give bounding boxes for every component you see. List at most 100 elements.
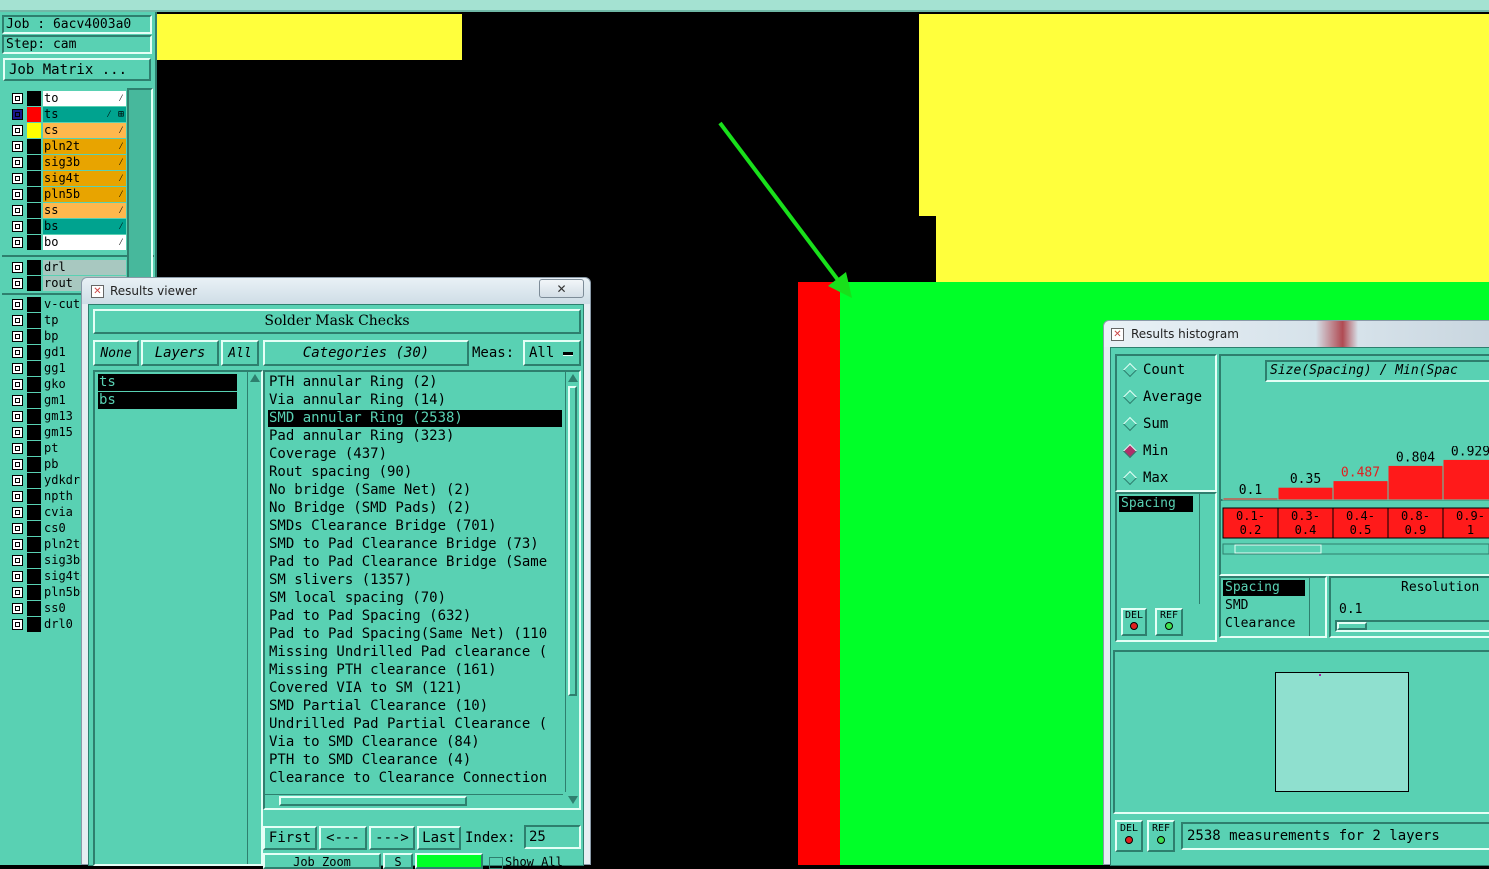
layer-name[interactable]: pln5b0	[43, 585, 84, 600]
layer-name[interactable]: gm1	[43, 393, 84, 408]
category-item[interactable]: Pad to Pad Spacing(Same Net) (110	[268, 626, 547, 643]
layer-checkbox[interactable]	[12, 395, 23, 406]
layer-edit-icon[interactable]: ⁄	[118, 203, 124, 218]
layer-checkbox[interactable]	[12, 507, 23, 518]
chart-hscroll-thumb[interactable]	[1234, 544, 1322, 554]
layer-checkbox[interactable]	[12, 157, 23, 168]
mode-radio-sum[interactable]: Sum	[1121, 416, 1217, 434]
layer-name[interactable]: sig4t0	[43, 569, 84, 584]
layer-checkbox[interactable]	[12, 109, 23, 120]
layer-edit-icon[interactable]: ⁄	[118, 235, 124, 250]
layer-name[interactable]: cs0	[43, 521, 84, 536]
layer-edit-icon[interactable]: ⁄	[118, 155, 124, 170]
layer-row-pln2t[interactable]: pln2t ⁄	[10, 139, 126, 154]
last-button[interactable]: Last	[417, 826, 461, 850]
layer-name[interactable]: bs	[43, 219, 126, 234]
layer-name[interactable]: sig4t	[43, 171, 126, 186]
category-item[interactable]: No Bridge (SMD Pads) (2)	[268, 500, 471, 517]
job-matrix-button[interactable]: Job Matrix ...	[3, 58, 151, 81]
layer-checkbox[interactable]	[12, 278, 23, 289]
layer-checkbox[interactable]	[12, 262, 23, 273]
layer-edit-icon[interactable]: ⁄	[118, 139, 124, 154]
layer-row-npth[interactable]: npth	[10, 489, 84, 504]
layers-list-scrollbar[interactable]	[247, 372, 262, 864]
layer-name[interactable]: ss	[43, 203, 126, 218]
layer-name[interactable]: drl0	[43, 617, 84, 632]
layer-row-drl0[interactable]: drl0	[10, 617, 84, 632]
selector-item[interactable]: Clearance	[1223, 616, 1305, 632]
category-item[interactable]: Missing Undrilled Pad clearance (	[268, 644, 547, 661]
layer-row-drl[interactable]: drl	[10, 260, 126, 275]
index-input[interactable]: 25	[524, 825, 581, 849]
layer-checkbox[interactable]	[12, 491, 23, 502]
scroll-down-icon[interactable]	[568, 796, 578, 804]
preview-window-box[interactable]	[1275, 672, 1409, 792]
layer-row-ts[interactable]: ts ⁄ ⊞	[10, 107, 126, 122]
category-item[interactable]: SMD to Pad Clearance Bridge (73)	[268, 536, 539, 553]
layer-row-tp[interactable]: tp	[10, 313, 84, 328]
layer-name[interactable]: to	[43, 91, 126, 106]
layer-checkbox[interactable]	[12, 619, 23, 630]
category-item[interactable]: SMD annular Ring (2538)	[268, 410, 562, 427]
layer-row-v-cut[interactable]: v-cut	[10, 297, 84, 312]
layer-row-sig3b0[interactable]: sig3b0	[10, 553, 84, 568]
selector-item[interactable]: SMD	[1223, 598, 1305, 614]
category-item[interactable]: Covered VIA to SM (121)	[268, 680, 463, 697]
category-item[interactable]: SMDs Clearance Bridge (701)	[268, 518, 497, 535]
layer-row-ydkdrl[interactable]: ydkdrl	[10, 473, 84, 488]
layer-checkbox[interactable]	[12, 459, 23, 470]
selector-item[interactable]: Spacing	[1223, 580, 1305, 596]
layer-checkbox[interactable]	[12, 379, 23, 390]
layer-checkbox[interactable]	[12, 363, 23, 374]
layer-name[interactable]: bp	[43, 329, 84, 344]
layer-name[interactable]: gm15	[43, 425, 84, 440]
layer-checkbox[interactable]	[12, 237, 23, 248]
bin-selector-scrollbar[interactable]	[1309, 578, 1324, 636]
category-item[interactable]: No bridge (Same Net) (2)	[268, 482, 471, 499]
green-toggle[interactable]	[415, 853, 483, 869]
layer-checkbox[interactable]	[12, 475, 23, 486]
layer-name[interactable]: bo	[43, 235, 126, 250]
layer-name[interactable]: cs	[43, 123, 126, 138]
layer-checkbox[interactable]	[12, 443, 23, 454]
layer-checkbox[interactable]	[12, 347, 23, 358]
category-item[interactable]: PTH to SMD Clearance (4)	[268, 752, 471, 769]
layer-name[interactable]: v-cut	[43, 297, 84, 312]
layer-name[interactable]: gko	[43, 377, 84, 392]
layer-checkbox[interactable]	[12, 125, 23, 136]
show-all-checkbox[interactable]	[489, 857, 503, 869]
del-button[interactable]: DEL	[1121, 608, 1147, 636]
layer-list-item[interactable]: ts	[98, 374, 237, 391]
layer-checkbox[interactable]	[12, 205, 23, 216]
layer-row-bp[interactable]: bp	[10, 329, 84, 344]
layer-edit-icon[interactable]: ⁄ ⊞	[106, 107, 124, 122]
layer-edit-icon[interactable]: ⁄	[118, 187, 124, 202]
layer-list-item[interactable]: bs	[98, 392, 237, 409]
layer-name[interactable]: gd1	[43, 345, 84, 360]
layer-checkbox[interactable]	[12, 587, 23, 598]
layer-checkbox[interactable]	[12, 189, 23, 200]
layer-name[interactable]: pt	[43, 441, 84, 456]
layer-row-gko[interactable]: gko	[10, 377, 84, 392]
layer-name[interactable]: pln2t0	[43, 537, 84, 552]
layer-row-pln5b[interactable]: pln5b ⁄	[10, 187, 126, 202]
layer-row-sig4t[interactable]: sig4t ⁄	[10, 171, 126, 186]
layer-row-pln2t0[interactable]: pln2t0	[10, 537, 84, 552]
category-item[interactable]: Pad to Pad Spacing (632)	[268, 608, 471, 625]
layer-row-ss0[interactable]: ss0	[10, 601, 84, 616]
small-option-button[interactable]: S	[383, 853, 413, 869]
category-item[interactable]: Missing PTH clearance (161)	[268, 662, 497, 679]
category-item[interactable]: Clearance to Clearance Connection	[268, 770, 547, 787]
layer-row-cvia[interactable]: cvia	[10, 505, 84, 520]
layer-row-pt[interactable]: pt	[10, 441, 84, 456]
mode-radio-max[interactable]: Max	[1121, 470, 1217, 488]
categories-list[interactable]: PTH annular Ring (2) Via annular Ring (14…	[263, 370, 581, 810]
layer-row-bs[interactable]: bs ⁄	[10, 219, 126, 234]
layer-row-gm15[interactable]: gm15	[10, 425, 84, 440]
layer-name[interactable]: pln2t	[43, 139, 126, 154]
del-button-bottom[interactable]: DEL	[1115, 820, 1143, 852]
layer-edit-icon[interactable]: ⁄	[118, 91, 124, 106]
layer-checkbox[interactable]	[12, 173, 23, 184]
layer-edit-icon[interactable]: ⁄	[118, 219, 124, 234]
category-item[interactable]: Coverage (437)	[268, 446, 387, 463]
